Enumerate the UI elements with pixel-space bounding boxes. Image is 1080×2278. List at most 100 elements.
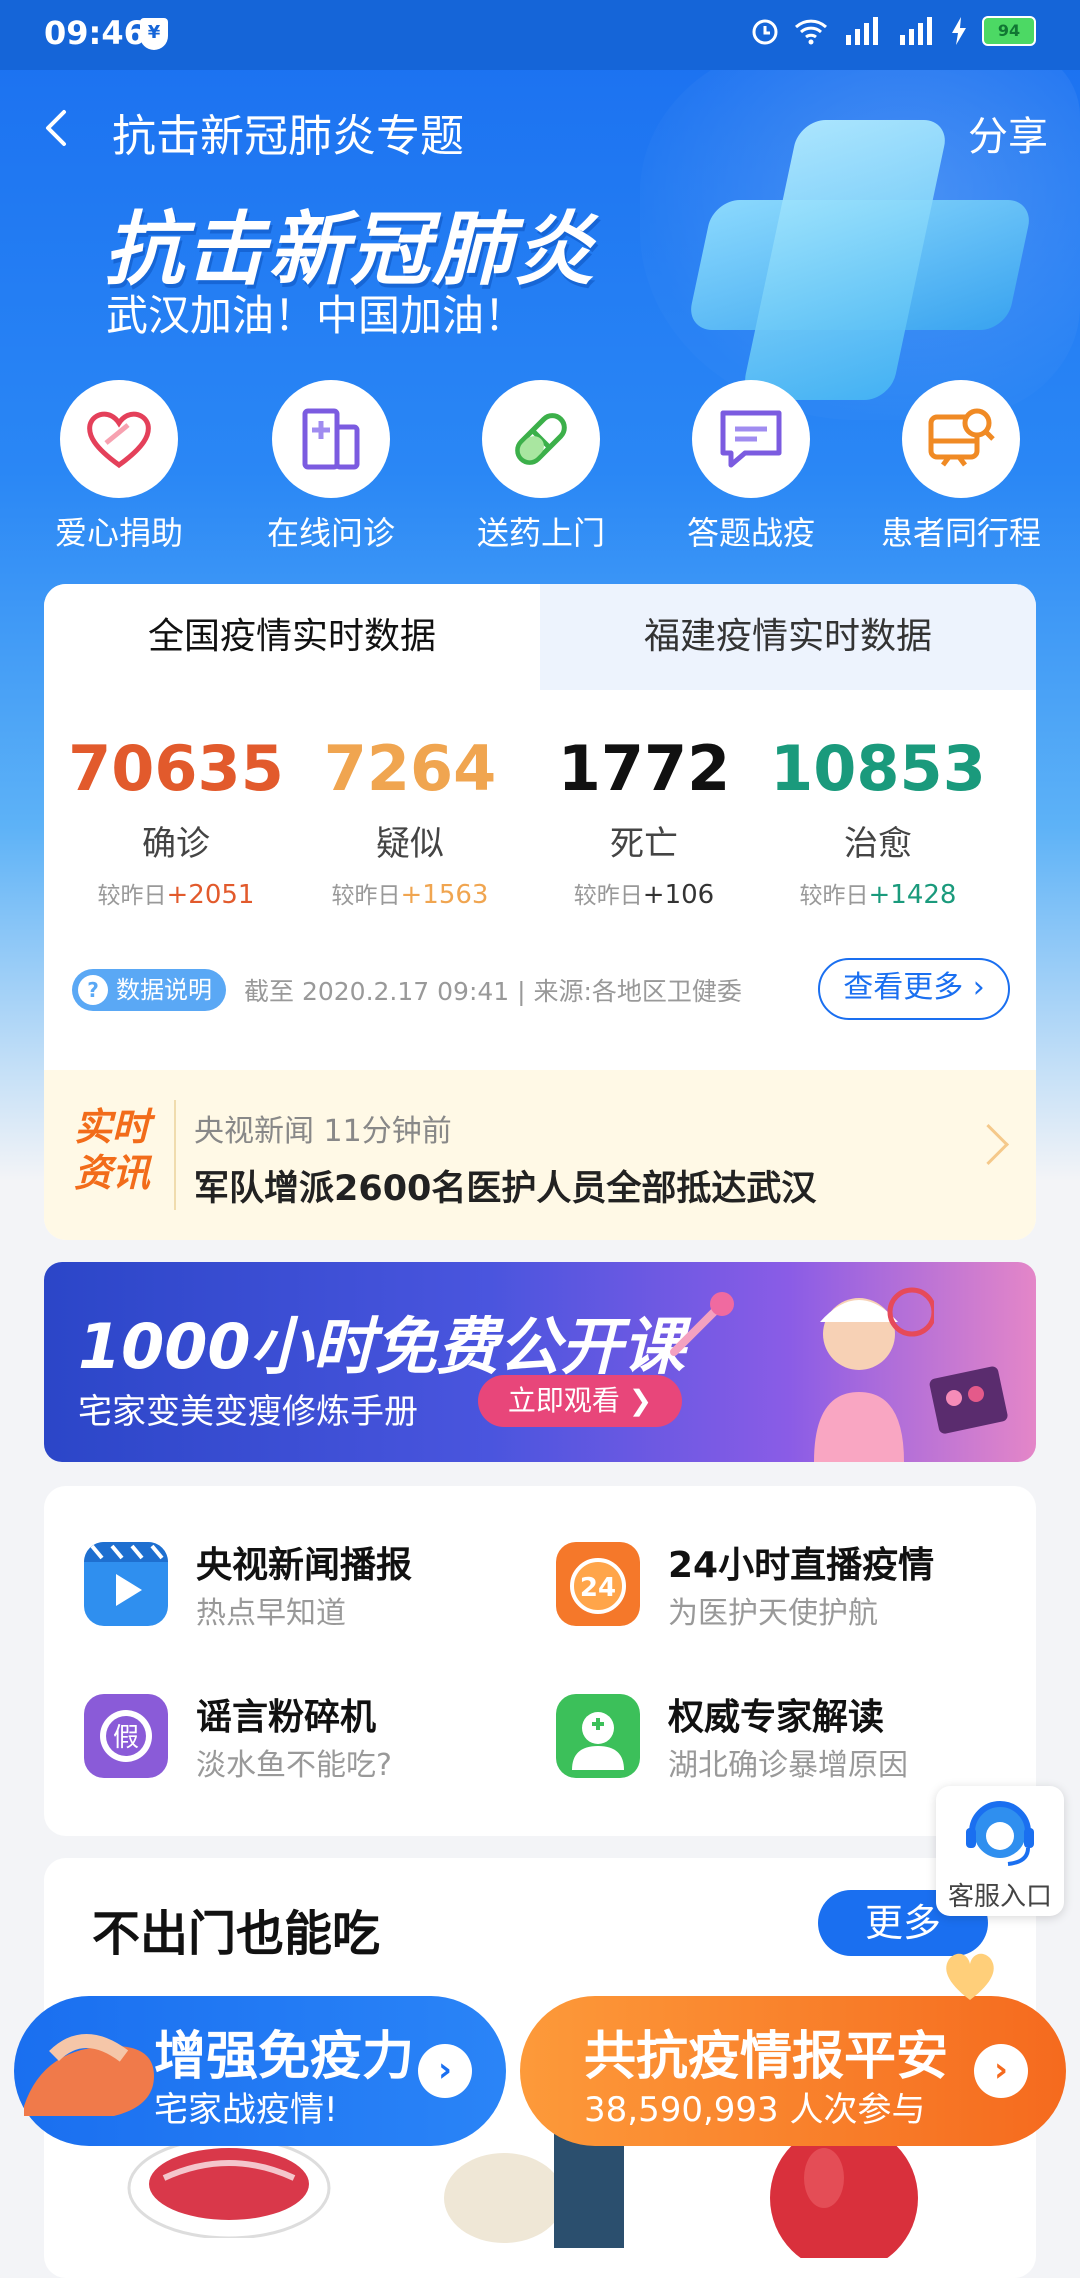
service-subtitle: 为医护天使护航 — [668, 1596, 878, 1631]
service-live-24h[interactable]: 24 24小时直播疫情 为医护天使护航 — [556, 1536, 996, 1636]
chevron-right-icon: › — [418, 2044, 472, 2098]
immunity-float-button[interactable]: 增强免疫力 宅家战疫情! › — [14, 1996, 506, 2146]
float-title: 增强免疫力 — [154, 2027, 415, 2087]
heart-icon — [87, 411, 151, 469]
delta-value: +2051 — [166, 880, 255, 910]
service-subtitle: 热点早知道 — [196, 1596, 346, 1631]
delta-prefix: 较昨日 — [331, 883, 401, 909]
video-play-icon — [84, 1542, 168, 1626]
shield-icon: ¥ — [140, 18, 168, 50]
share-button[interactable]: 分享 — [968, 104, 1048, 162]
delta-prefix: 较昨日 — [97, 883, 167, 909]
signal-icon-2 — [900, 17, 932, 45]
banner-subtitle: 宅家变美变瘦修炼手册 — [78, 1392, 418, 1432]
quick-action-label: 答题战疫 — [686, 514, 815, 552]
news-source: 央视新闻 11分钟前 — [194, 1114, 452, 1149]
hero-subtitle: 武汉加油！中国加油！ — [106, 291, 527, 340]
heart-decoration-icon — [946, 1953, 994, 2000]
cured-count: 10853 — [770, 732, 986, 805]
death-count: 1772 — [557, 732, 731, 805]
service-expert-interpretation[interactable]: 权威专家解读 湖北确诊暴增原因 — [556, 1688, 996, 1788]
float-subtitle: 38,590,993 人次参与 — [584, 2090, 926, 2130]
view-more-button[interactable]: 查看更多 › — [818, 958, 1010, 1020]
delta-value: +1428 — [868, 880, 957, 910]
suspected-label: 疑似 — [376, 824, 444, 864]
confirmed-label: 确诊 — [142, 824, 210, 864]
train-search-icon — [928, 408, 995, 467]
services-grid: 央视新闻播报 热点早知道 24 24小时直播疫情 为医护天使护航 假 谣言粉碎机… — [44, 1486, 1036, 1836]
service-title: 24小时直播疫情 — [668, 1545, 935, 1586]
cured-delta: 较昨日+1428 — [768, 876, 988, 910]
chevron-right-icon: › — [974, 2044, 1028, 2098]
quick-action-quiz[interactable] — [692, 380, 810, 498]
section-title: 不出门也能吃 — [92, 1906, 381, 1962]
wifi-icon — [794, 19, 828, 45]
quick-action-trip[interactable] — [902, 380, 1020, 498]
float-subtitle: 宅家战疫情! — [154, 2090, 338, 2130]
banner-person-illustration — [814, 1287, 934, 1462]
quick-action-label: 患者同行程 — [880, 514, 1041, 552]
promo-banner[interactable]: 1000小时免费公开课 宅家变美变瘦修炼手册 立即观看 ❯ — [44, 1262, 1036, 1462]
clock-24-icon: 24 — [556, 1542, 640, 1626]
service-subtitle: 淡水鱼不能吃? — [196, 1748, 392, 1783]
headset-agent-icon — [966, 1801, 1034, 1866]
service-title: 谣言粉碎机 — [196, 1697, 377, 1738]
service-cctv-news[interactable]: 央视新闻播报 热点早知道 — [84, 1536, 504, 1636]
service-subtitle: 湖北确诊暴增原因 — [668, 1748, 908, 1783]
delta-prefix: 较昨日 — [573, 883, 643, 909]
suspected-count: 7264 — [323, 732, 497, 805]
cured-label: 治愈 — [844, 824, 912, 864]
quick-action-consult[interactable] — [272, 380, 390, 498]
quick-action-donate[interactable] — [60, 380, 178, 498]
data-note-label: 数据说明 — [116, 976, 212, 1004]
battery-icon: 94 — [982, 16, 1036, 46]
death-label: 死亡 — [610, 824, 678, 864]
divider — [174, 1100, 176, 1210]
status-bar: 09:46 ¥ 94 — [0, 0, 1080, 70]
quiz-icon — [720, 410, 782, 468]
status-time: 09:46 — [44, 14, 146, 52]
tab-fujian[interactable]: 福建疫情实时数据 — [540, 584, 1036, 690]
confirmed-count: 70635 — [68, 732, 284, 805]
slipper-icon — [24, 2034, 154, 2116]
service-title: 权威专家解读 — [668, 1697, 885, 1738]
doctor-icon — [556, 1694, 640, 1778]
hospital-icon — [302, 408, 360, 470]
news-headline: 军队增派2600名医护人员全部抵达武汉 — [194, 1169, 817, 1209]
float-title: 共抗疫情报平安 — [584, 2027, 949, 2087]
fake-badge-icon: 假 — [84, 1694, 168, 1778]
quick-action-medicine[interactable] — [482, 380, 600, 498]
service-title: 央视新闻播报 — [196, 1545, 413, 1586]
realtime-news[interactable]: 实时 资讯 央视新闻 11分钟前 军队增派2600名医护人员全部抵达武汉 — [44, 1070, 1036, 1240]
suspected-delta: 较昨日+1563 — [300, 876, 520, 910]
pill-icon — [515, 413, 567, 465]
quick-action-label: 爱心捐助 — [54, 514, 183, 552]
brush-icon — [670, 1292, 734, 1356]
watch-now-button[interactable]: 立即观看 ❯ — [478, 1375, 682, 1427]
report-safety-float-button[interactable]: 共抗疫情报平安 38,590,993 人次参与 › — [520, 1953, 1066, 2146]
epidemic-stats-card: 全国疫情实时数据 福建疫情实时数据 70635 7264 1772 10853 … — [44, 584, 1036, 1240]
delta-value: +106 — [642, 880, 715, 910]
chevron-right-icon — [967, 1123, 1010, 1166]
delta-prefix: 较昨日 — [799, 883, 869, 909]
news-badge-line: 实时 — [74, 1105, 151, 1149]
charging-icon — [952, 17, 966, 45]
service-rumor-crusher[interactable]: 假 谣言粉碎机 淡水鱼不能吃? — [84, 1688, 504, 1788]
back-arrow-icon[interactable] — [36, 108, 76, 148]
makeup-palette-icon — [929, 1366, 1008, 1434]
news-badge-line: 资讯 — [74, 1151, 151, 1195]
svg-text:假: 假 — [113, 1723, 139, 1753]
banner-title: 1000小时免费公开课 — [78, 1310, 685, 1383]
status-icons: 94 — [750, 16, 1036, 46]
page-title: 抗击新冠肺炎专题 — [112, 111, 464, 162]
quick-action-label: 送药上门 — [476, 514, 605, 552]
tab-national[interactable]: 全国疫情实时数据 — [44, 584, 540, 690]
delta-value: +1563 — [400, 880, 489, 910]
data-note-button[interactable]: ? 数据说明 — [72, 969, 226, 1011]
alarm-icon — [752, 19, 778, 45]
customer-service-button[interactable]: 客服入口 — [936, 1786, 1064, 1916]
death-delta: 较昨日+106 — [534, 876, 754, 910]
svg-text:24: 24 — [580, 1573, 616, 1603]
quick-action-label: 在线问诊 — [266, 514, 395, 552]
question-icon: ? — [78, 975, 108, 1005]
